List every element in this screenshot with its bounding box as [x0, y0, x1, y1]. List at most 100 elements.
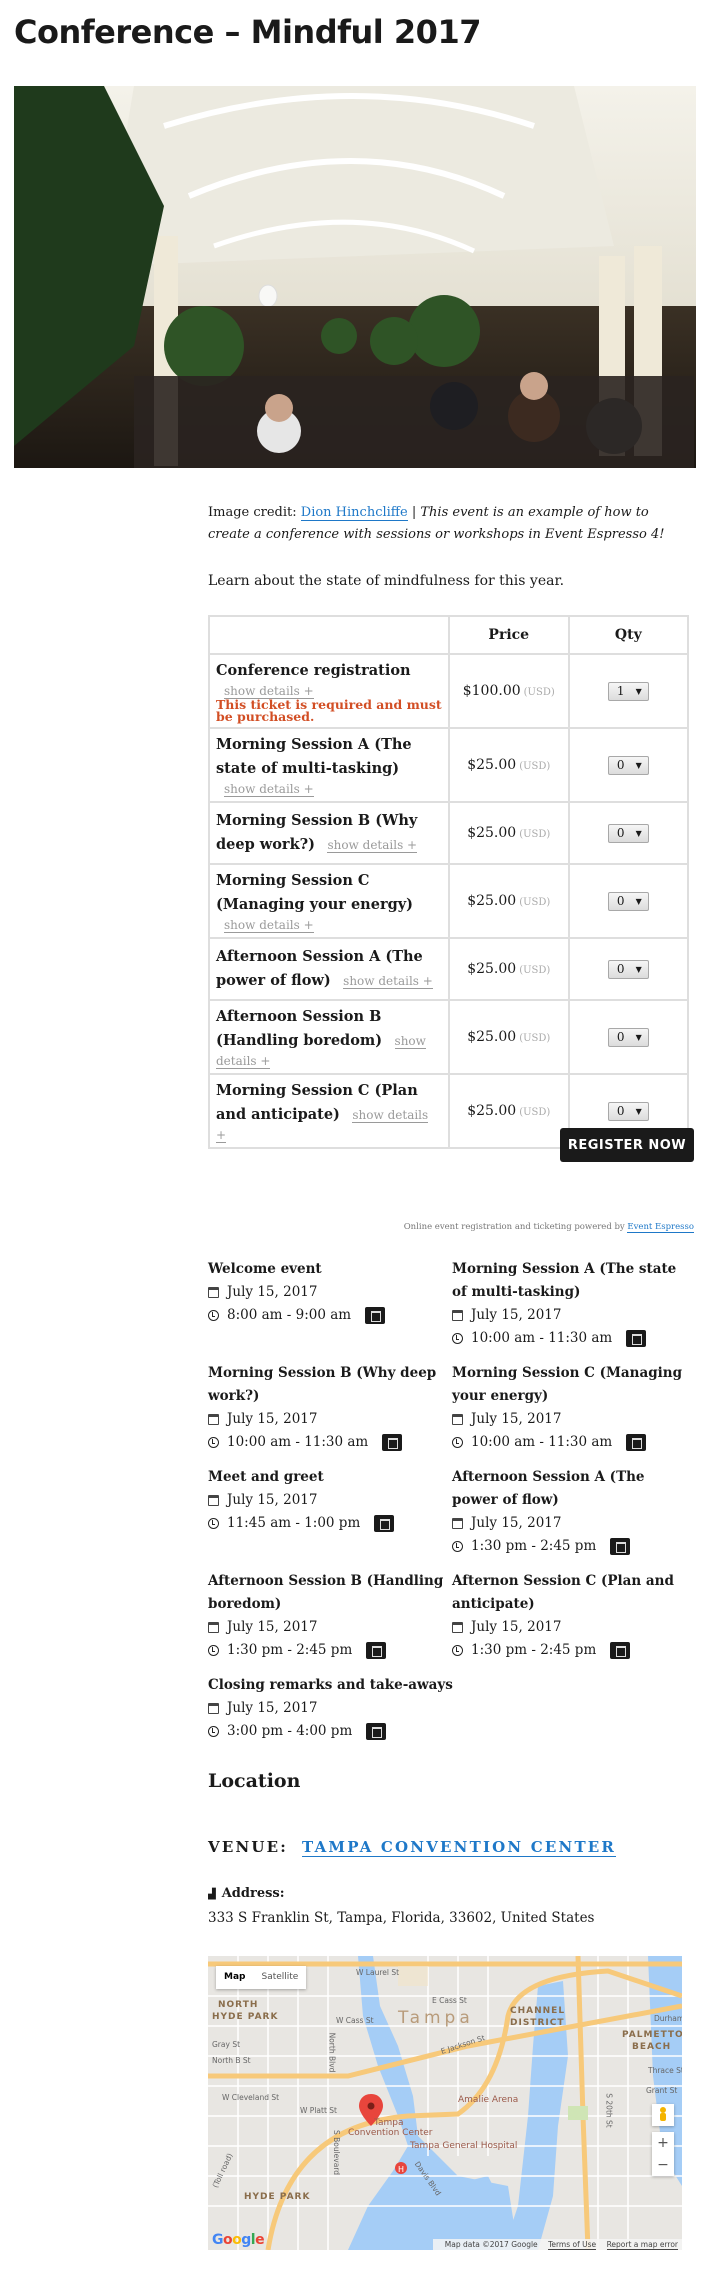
powered-by-text: Online event registration and ticketing …: [403, 1222, 628, 1232]
zoom-control: + −: [652, 2132, 674, 2176]
datetime-title: Closing remarks and take-aways: [208, 1677, 453, 1693]
map-label: Thrace St: [648, 2066, 682, 2075]
ticket-row: Afternoon Session A (The power of flow) …: [208, 937, 690, 1001]
calendar-icon: [452, 1518, 463, 1529]
map-label: W Laurel St: [356, 1968, 400, 1977]
map-label: W Cass St: [336, 2016, 374, 2025]
map-label: Durham: [654, 2014, 682, 2023]
header-name: [208, 615, 450, 655]
map-label: Gray St: [212, 2040, 241, 2049]
venue-link[interactable]: TAMPA CONVENTION CENTER: [302, 1838, 617, 1857]
dropdown-arrow-icon: ▼: [635, 828, 642, 838]
datetime-date: July 15, 2017: [227, 1700, 318, 1716]
credit-link[interactable]: Dion Hinchcliffe: [300, 505, 408, 521]
qty-select[interactable]: 0 ▼: [607, 823, 649, 843]
currency-label: (USD): [519, 965, 551, 976]
venue-label: VENUE:: [208, 1838, 289, 1856]
terms-of-use-link[interactable]: Terms of Use: [548, 2240, 597, 2250]
add-to-calendar-icon[interactable]: [626, 1434, 647, 1451]
map-label: Tampa: [374, 2118, 404, 2128]
credit-separator: |: [407, 505, 421, 520]
ticket-price: $25.00: [467, 1103, 517, 1119]
ticket-price: $25.00: [467, 1029, 517, 1045]
report-map-error-link[interactable]: Report a map error: [606, 2240, 678, 2250]
add-to-calendar-icon[interactable]: [382, 1434, 403, 1451]
map-type-map-button[interactable]: Map: [216, 1966, 253, 1989]
add-to-calendar-icon[interactable]: [365, 1307, 386, 1324]
add-to-calendar-icon[interactable]: [626, 1330, 647, 1347]
venue-address: 333 S Franklin St, Tampa, Florida, 33602…: [208, 1910, 595, 1926]
datetime-time: 10:00 am - 11:30 am: [471, 1330, 613, 1346]
ticket-name: Morning Session C (Managing your energy): [216, 872, 414, 913]
map-label: W Cleveland St: [222, 2093, 280, 2102]
currency-label: (USD): [519, 897, 551, 908]
zoom-out-button[interactable]: −: [652, 2154, 674, 2176]
zoom-in-button[interactable]: +: [652, 2132, 674, 2154]
datetime-item: Afternoon Session B (Handling boredom) J…: [208, 1570, 448, 1662]
header-price: Price: [447, 615, 570, 655]
ticket-price: $25.00: [467, 825, 517, 841]
add-to-calendar-icon[interactable]: [610, 1642, 631, 1659]
venue-map[interactable]: H NORTH HYDE PARK Tampa CHANNEL DISTRICT…: [208, 1956, 682, 2250]
qty-select[interactable]: 0 ▼: [607, 1027, 649, 1047]
calendar-icon: [208, 1495, 219, 1506]
qty-value: 0: [616, 893, 625, 908]
address-label: Address:: [221, 1886, 285, 1901]
currency-label: (USD): [523, 687, 555, 698]
ticket-price: $25.00: [467, 893, 517, 909]
show-details-link[interactable]: show details +: [224, 782, 314, 797]
datetime-item: Welcome event July 15, 2017 8:00 am - 9:…: [208, 1258, 448, 1327]
datetime-date: July 15, 2017: [471, 1619, 562, 1635]
map-label: PALMETTO: [622, 2030, 682, 2040]
datetime-item: Morning Session B (Why deep work?) July …: [208, 1362, 448, 1454]
add-to-calendar-icon[interactable]: [610, 1538, 631, 1555]
add-to-calendar-icon[interactable]: [366, 1642, 387, 1659]
qty-value: 0: [616, 757, 625, 772]
datetime-date: July 15, 2017: [227, 1492, 318, 1508]
calendar-icon: [452, 1414, 463, 1425]
datetime-title: Meet and greet: [208, 1469, 324, 1485]
calendar-icon: [208, 1414, 219, 1425]
calendar-icon: [452, 1310, 463, 1321]
map-label: CHANNEL: [510, 2006, 566, 2016]
venue-line: VENUE: TAMPA CONVENTION CENTER: [208, 1838, 617, 1857]
qty-select[interactable]: 1 ▼: [607, 681, 649, 701]
datetime-title: Morning Session A (The state of multi-ta…: [452, 1261, 677, 1300]
add-to-calendar-icon[interactable]: [366, 1723, 387, 1740]
show-details-link[interactable]: show details +: [343, 974, 433, 989]
map-label: Convention Center: [348, 2128, 433, 2138]
datetime-time: 1:30 pm - 2:45 pm: [471, 1538, 597, 1554]
qty-select[interactable]: 0 ▼: [607, 755, 649, 775]
hero-image: [14, 86, 696, 468]
datetime-date: July 15, 2017: [471, 1515, 562, 1531]
add-to-calendar-icon[interactable]: [374, 1515, 395, 1532]
qty-select[interactable]: 0 ▼: [607, 959, 649, 979]
map-label: North B St: [212, 2056, 251, 2065]
datetime-title: Morning Session C (Managing your energy): [452, 1365, 683, 1404]
datetime-date: July 15, 2017: [471, 1411, 562, 1427]
clock-icon: [208, 1437, 219, 1448]
google-logo: Google: [212, 2232, 265, 2248]
qty-select[interactable]: 0 ▼: [607, 1101, 649, 1121]
show-details-link[interactable]: show details +: [327, 838, 418, 853]
datetime-time: 10:00 am - 11:30 am: [227, 1434, 369, 1450]
event-intro: Learn about the state of mindfulness for…: [208, 573, 565, 589]
dropdown-arrow-icon: ▼: [635, 760, 642, 770]
map-footer: Map data ©2017 Google Terms of Use Repor…: [432, 2239, 682, 2250]
qty-value: 0: [616, 1029, 625, 1044]
qty-value: 0: [616, 1103, 625, 1118]
clock-icon: [208, 1518, 219, 1529]
map-label: Grant St: [646, 2086, 678, 2095]
qty-value: 0: [616, 825, 625, 840]
datetime-time: 1:30 pm - 2:45 pm: [471, 1642, 597, 1658]
street-view-pegman-icon[interactable]: [652, 2104, 674, 2126]
calendar-icon: [208, 1703, 219, 1714]
calendar-icon: [452, 1622, 463, 1633]
qty-select[interactable]: 0 ▼: [607, 891, 649, 911]
register-now-button[interactable]: REGISTER NOW: [560, 1128, 694, 1162]
event-espresso-link[interactable]: Event Espresso: [627, 1222, 694, 1233]
currency-label: (USD): [519, 829, 551, 840]
dropdown-arrow-icon: ▼: [635, 686, 642, 696]
map-type-satellite-button[interactable]: Satellite: [253, 1966, 306, 1989]
show-details-link[interactable]: show details +: [224, 918, 314, 933]
